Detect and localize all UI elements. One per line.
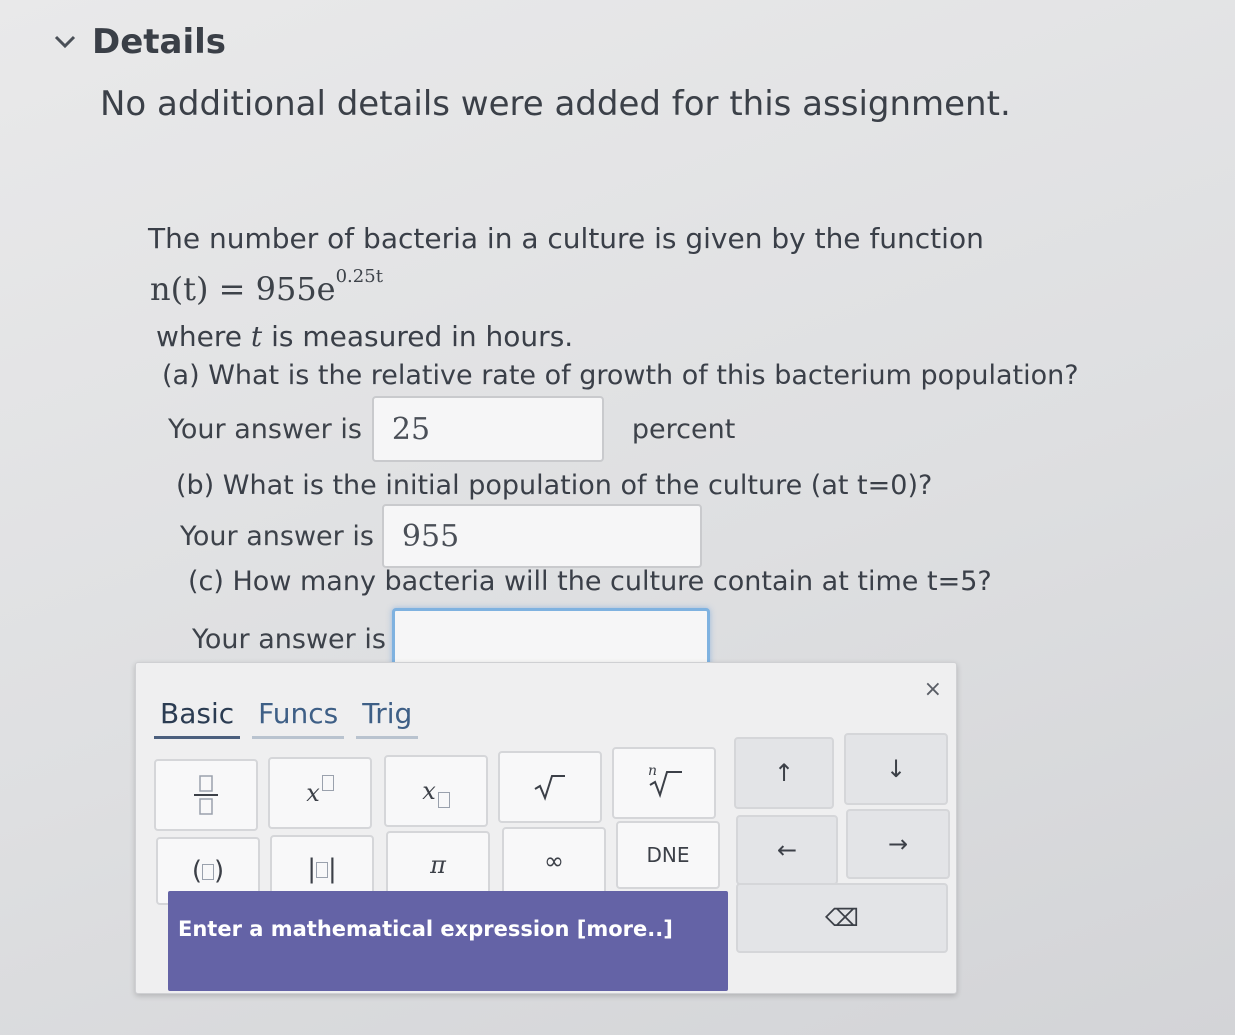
superscript-key[interactable]: x: [268, 757, 372, 829]
infinity-key[interactable]: ∞: [502, 827, 606, 895]
placeholder-icon: [321, 775, 334, 791]
nth-root-key[interactable]: n: [612, 747, 716, 819]
pi-key[interactable]: π: [386, 831, 490, 899]
answer-row-a: Your answer is 25 percent: [168, 396, 735, 462]
left-arrow-key[interactable]: ←: [736, 815, 838, 885]
answer-unit-a: percent: [631, 413, 736, 445]
close-icon[interactable]: ×: [924, 677, 942, 702]
infinity-icon: ∞: [544, 847, 564, 875]
right-arrow-icon: →: [887, 830, 909, 858]
tab-basic[interactable]: Basic: [154, 693, 241, 739]
problem-where: where t is measured in hours.: [156, 320, 573, 353]
question-b: (b) What is the initial population of th…: [176, 470, 933, 501]
formula-exponent: 0.25t: [335, 266, 383, 288]
placeholder-icon: [437, 792, 450, 808]
right-arrow-key[interactable]: →: [846, 809, 950, 879]
where-prefix: where: [156, 320, 251, 353]
left-arrow-icon: ←: [776, 836, 798, 864]
answer-row-b: Your answer is 955: [180, 504, 702, 568]
question-c: (c) How many bacteria will the culture c…: [188, 566, 992, 597]
hint-text: Enter a mathematical expression [more..]: [178, 917, 673, 941]
subscript-base: x: [422, 777, 436, 805]
question-a: (a) What is the relative rate of growth …: [162, 360, 1079, 391]
formula-base: n(t) = 955e: [150, 270, 336, 308]
subscript-key[interactable]: x: [384, 755, 488, 827]
details-toggle[interactable]: Details: [52, 22, 226, 62]
problem-formula: n(t) = 955e0.25t: [150, 266, 383, 308]
math-keyboard: × Basic Funcs Trig x x n ↑ ↓ () | | π ∞…: [135, 662, 957, 994]
up-arrow-icon: ↑: [773, 759, 795, 787]
answer-value-a: 25: [391, 411, 431, 447]
where-variable: t: [250, 320, 263, 353]
where-suffix: is measured in hours.: [262, 320, 574, 353]
sqrt-icon: [534, 775, 565, 801]
up-arrow-key[interactable]: ↑: [734, 737, 834, 809]
details-title: Details: [92, 22, 227, 62]
dne-key[interactable]: DNE: [616, 821, 720, 889]
fraction-icon: [194, 775, 218, 815]
superscript-base: x: [306, 779, 320, 807]
fraction-key[interactable]: [154, 759, 258, 831]
answer-label-a: Your answer is: [168, 413, 362, 445]
answer-input-c[interactable]: [391, 608, 710, 670]
answer-label-b: Your answer is: [180, 520, 374, 552]
dne-label: DNE: [646, 843, 690, 867]
chevron-down-icon: [54, 35, 76, 49]
answer-input-b[interactable]: 955: [381, 504, 702, 568]
backspace-key[interactable]: ⌫: [736, 883, 948, 953]
absolute-value-icon: | |: [307, 854, 337, 884]
details-text: No additional details were added for thi…: [100, 84, 1011, 124]
answer-label-c: Your answer is: [192, 623, 386, 655]
down-arrow-icon: ↓: [885, 755, 907, 783]
parentheses-icon: (): [191, 856, 225, 886]
answer-row-c: Your answer is: [192, 608, 710, 670]
tab-funcs[interactable]: Funcs: [252, 693, 345, 739]
answer-input-a[interactable]: 25: [371, 396, 604, 462]
down-arrow-key[interactable]: ↓: [844, 733, 948, 805]
keyboard-tabs: Basic Funcs Trig: [154, 693, 419, 739]
answer-value-b: 955: [401, 518, 460, 554]
backspace-icon: ⌫: [825, 904, 859, 932]
tab-trig[interactable]: Trig: [356, 693, 419, 739]
pi-icon: π: [430, 851, 446, 879]
sqrt-key[interactable]: [498, 751, 602, 823]
expression-hint[interactable]: Enter a mathematical expression [more..]: [168, 891, 728, 991]
root-index: n: [648, 763, 658, 779]
problem-intro: The number of bacteria in a culture is g…: [148, 222, 984, 255]
